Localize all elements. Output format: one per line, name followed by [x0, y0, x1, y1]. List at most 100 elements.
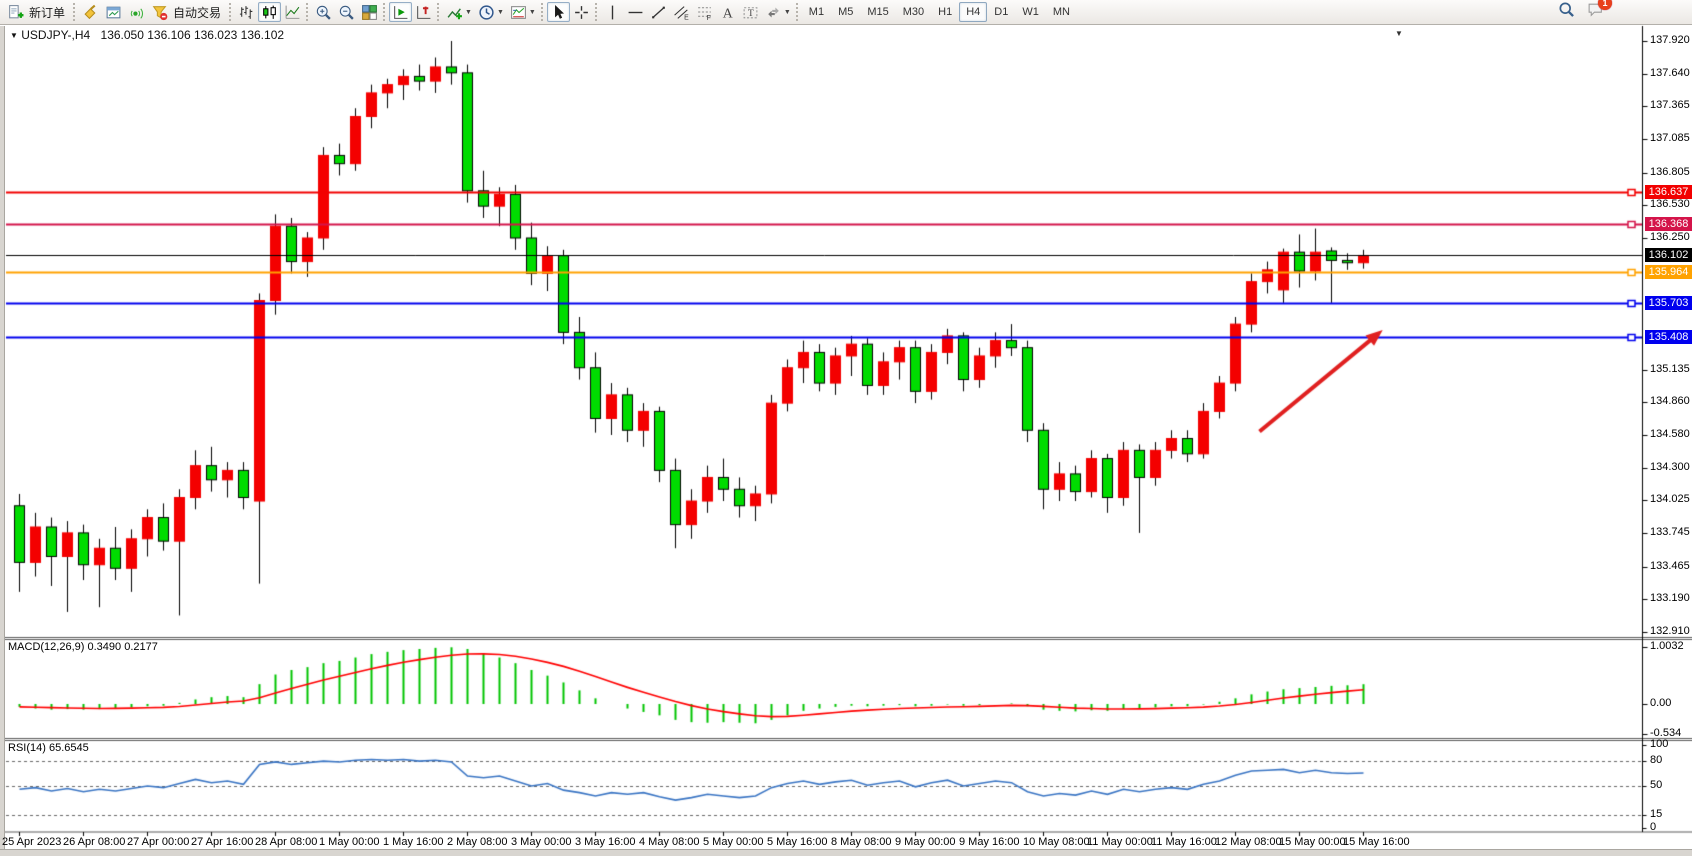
chart-shift-marker[interactable]: ▼	[1395, 27, 1403, 40]
tile-windows-icon	[361, 4, 378, 21]
period-button-d1[interactable]: D1	[987, 2, 1015, 22]
period-button-h4[interactable]: H4	[959, 2, 987, 22]
time-axis-label: 11 May 00:00	[1087, 836, 1153, 849]
chart-shift-button[interactable]	[412, 2, 435, 22]
text-icon: A	[719, 4, 736, 21]
label-button[interactable]: T	[739, 2, 762, 22]
chevron-down-icon[interactable]: ▼	[784, 9, 791, 16]
price-tick-label: 134.025	[1650, 493, 1690, 506]
zoom-in-button[interactable]	[312, 2, 335, 22]
price-tick-label: 133.745	[1650, 526, 1690, 539]
time-axis-label: 15 May 16:00	[1343, 836, 1410, 849]
period-button-m15[interactable]: M15	[860, 2, 895, 22]
bar-chart-button[interactable]	[235, 2, 258, 22]
horizontal-line-button[interactable]	[624, 2, 647, 22]
macd-label: MACD(12,26,9) 0.3490 0.2177	[8, 641, 158, 654]
price-tick-label: 132.910	[1650, 625, 1690, 638]
macd-axis-label: 0.00	[1650, 697, 1671, 710]
price-tick-label: 133.190	[1650, 592, 1690, 605]
fibonacci-button[interactable]: F	[693, 2, 716, 22]
time-axis-label: 25 Apr 2023	[2, 836, 61, 849]
level-price-badge: 135.703	[1645, 296, 1692, 310]
crosshair-icon	[573, 4, 590, 21]
chart-title: ▼ USDJPY-,H4 136.050 136.106 136.023 136…	[10, 29, 284, 42]
toolbar: 新订单 自动交易 ▼ ▼ ▼ EFAT ▼ M1M5M15M30H1H4D1W1MN 1	[0, 0, 1692, 25]
period-button-h1[interactable]: H1	[931, 2, 959, 22]
indicators-icon	[446, 4, 463, 21]
macd-signal-value: 0.2177	[124, 641, 158, 653]
indicators-button[interactable]: ▼	[443, 2, 475, 22]
channel-button[interactable]: E	[670, 2, 693, 22]
time-axis-label: 11 May 16:00	[1151, 836, 1217, 849]
arrows-icon	[765, 4, 782, 21]
rsi-name: RSI(14)	[8, 742, 46, 754]
duster-button[interactable]	[79, 2, 102, 22]
chat-button[interactable]: 1	[1587, 1, 1604, 23]
duster-icon	[82, 4, 99, 21]
chart-profile-button[interactable]	[102, 2, 125, 22]
signal-button[interactable]	[125, 2, 148, 22]
time-axis-label: 2 May 08:00	[447, 836, 508, 849]
toolbar-separator	[73, 3, 75, 21]
time-axis-label: 26 Apr 08:00	[63, 836, 125, 849]
period-button-w1[interactable]: W1	[1015, 2, 1046, 22]
autotrading-button-label: 自动交易	[170, 4, 224, 21]
chevron-down-icon[interactable]: ▼	[529, 9, 536, 16]
level-price-badge: 136.637	[1645, 185, 1692, 199]
auto-scroll-button[interactable]	[389, 2, 412, 22]
chart-canvas[interactable]	[0, 0, 1692, 856]
arrows-button[interactable]: ▼	[762, 2, 794, 22]
svg-text:A: A	[723, 5, 733, 20]
time-axis-label: 1 May 16:00	[383, 836, 444, 849]
period-button-m5[interactable]: M5	[831, 2, 860, 22]
chevron-down-icon[interactable]: ▼	[465, 9, 472, 16]
signal-icon	[128, 4, 145, 21]
bar-chart-icon	[238, 4, 255, 21]
time-axis-label: 9 May 16:00	[959, 836, 1020, 849]
fibonacci-icon: F	[696, 4, 713, 21]
periods-button[interactable]: ▼	[475, 2, 507, 22]
rs-axis-label: 80	[1650, 754, 1662, 767]
new-order-button[interactable]: 新订单	[4, 2, 71, 22]
toolbar-separator	[595, 3, 597, 21]
time-axis-label: 27 Apr 16:00	[191, 836, 253, 849]
trendline-button[interactable]	[647, 2, 670, 22]
text-button[interactable]: A	[716, 2, 739, 22]
trendline-icon	[650, 4, 667, 21]
toolbar-separator	[306, 3, 308, 21]
zoom-in-icon	[315, 4, 332, 21]
candlestick-button[interactable]	[258, 2, 281, 22]
chevron-down-icon[interactable]: ▼	[497, 9, 504, 16]
vertical-line-button[interactable]	[601, 2, 624, 22]
price-tick-label: 137.640	[1650, 67, 1690, 80]
period-button-m1[interactable]: M1	[802, 2, 831, 22]
templates-button[interactable]: ▼	[507, 2, 539, 22]
chart-collapse-icon[interactable]: ▼	[10, 31, 18, 40]
period-button-mn[interactable]: MN	[1046, 2, 1077, 22]
rs-axis-label: 100	[1650, 738, 1668, 751]
cursor-button[interactable]	[547, 2, 570, 22]
tile-windows-button[interactable]	[358, 2, 381, 22]
time-axis-label: 28 Apr 08:00	[255, 836, 317, 849]
toolbar-separator	[796, 3, 798, 21]
autotrading-button[interactable]: 自动交易	[148, 2, 227, 22]
period-button-m30[interactable]: M30	[896, 2, 931, 22]
toolbar-separator	[541, 3, 543, 21]
zoom-out-button[interactable]	[335, 2, 358, 22]
ohlc-values: 136.050 136.106 136.023 136.102	[101, 28, 285, 42]
toolbar-separator	[229, 3, 231, 21]
search-button[interactable]	[1558, 1, 1575, 23]
price-tick-label: 137.365	[1650, 99, 1690, 112]
price-tick-label: 137.085	[1650, 132, 1690, 145]
zoom-out-icon	[338, 4, 355, 21]
time-axis-label: 5 May 16:00	[767, 836, 828, 849]
line-chart-button[interactable]	[281, 2, 304, 22]
search-icon	[1558, 1, 1575, 18]
notification-badge: 1	[1598, 0, 1612, 10]
time-axis-label: 3 May 00:00	[511, 836, 572, 849]
time-axis-label: 1 May 00:00	[319, 836, 380, 849]
price-tick-label: 134.860	[1650, 395, 1690, 408]
level-price-badge: 136.368	[1645, 217, 1692, 231]
time-axis-label: 4 May 08:00	[639, 836, 700, 849]
crosshair-button[interactable]	[570, 2, 593, 22]
